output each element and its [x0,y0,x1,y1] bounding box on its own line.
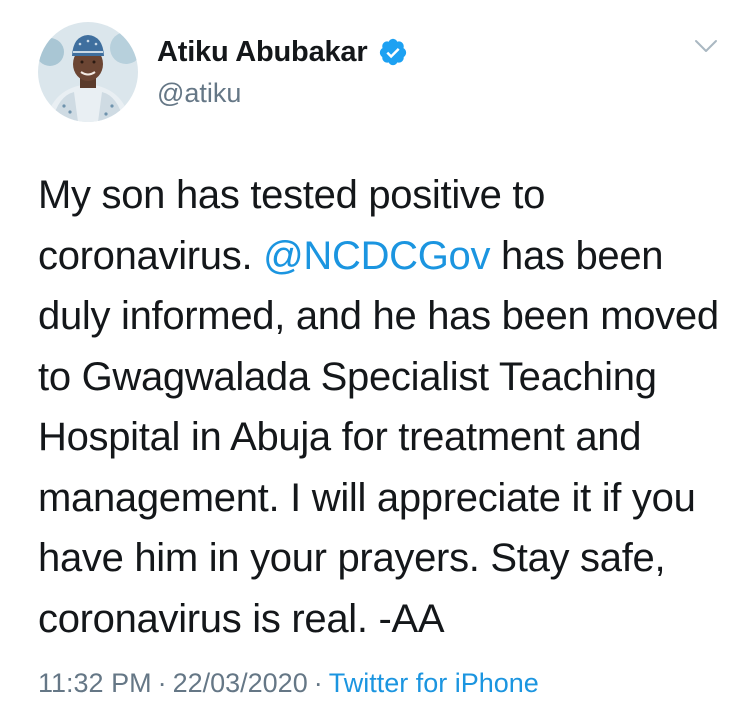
verified-badge-icon [379,38,407,66]
chevron-down-icon[interactable] [694,38,718,54]
tweet-date[interactable]: 22/03/2020 [173,668,308,698]
tweet-source-link[interactable]: Twitter for iPhone [329,668,539,698]
tweet-text-line: coronavirus is real. -AA [38,596,445,641]
meta-separator: · [313,668,323,698]
tweet-time[interactable]: 11:32 PM [38,668,152,698]
mention-link[interactable]: @NCDCGov [263,234,490,278]
author-avatar[interactable] [38,22,138,122]
tweet-card: Atiku Abubakar @atiku My son has tested … [0,0,750,718]
tweet-text-line: to Gwagwalada Specialist Teaching [38,354,657,399]
tweet-text: My son has tested positive to coronaviru… [38,165,738,649]
tweet-text-segment: has been [490,233,664,278]
tweet-text-line: coronavirus. @NCDCGov has been [38,226,738,287]
tweet-text-line: Hospital in Abuja for treatment and [38,415,642,459]
tweet-text-line: have him in your prayers. Stay safe, [38,536,666,580]
avatar-photo [38,22,138,122]
tweet-text-line: duly informed, and he has been moved [38,294,719,338]
tweet-text-line: management. I will appreciate it if you [38,475,696,520]
tweet-text-line: My son has tested positive to [38,173,546,217]
author-name[interactable]: Atiku Abubakar [157,36,368,69]
author-handle[interactable]: @atiku [157,78,241,109]
tweet-metadata: 11:32 PM · 22/03/2020 · Twitter for iPhone [38,668,539,699]
tweet-text-segment: coronavirus. [38,233,264,278]
meta-separator: · [157,668,167,698]
